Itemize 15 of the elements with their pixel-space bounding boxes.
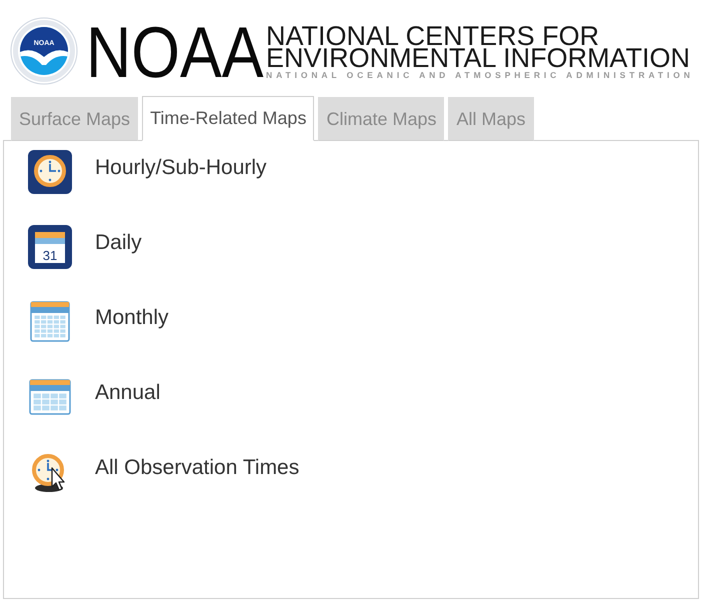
map-category-link[interactable]: Annual bbox=[28, 375, 160, 419]
clock-icon bbox=[28, 150, 72, 194]
map-category-link[interactable]: Monthly bbox=[28, 300, 169, 344]
map-tab[interactable]: Time-Related Maps bbox=[142, 96, 314, 141]
center-name-text: ENVIRONMENTAL INFORMATION bbox=[266, 46, 692, 68]
emblem-icon bbox=[10, 18, 78, 84]
date-number: 31 bbox=[42, 248, 58, 263]
noaa-wordmark: NOAA bbox=[86, 17, 264, 89]
center-name-text: NATIONAL CENTERS FOR bbox=[266, 24, 600, 46]
calendar-icon bbox=[28, 225, 72, 269]
map-category-link[interactable]: All Observation Times bbox=[28, 450, 300, 494]
map-category-link[interactable]: Hourly/Sub-Hourly bbox=[28, 150, 267, 194]
agency-subtitle: NATIONAL OCEANIC AND ATMOSPHERIC ADMINISTRATION bbox=[266, 70, 694, 80]
map-category-link[interactable]: 31 Daily bbox=[28, 225, 142, 269]
calendar-icon bbox=[28, 300, 72, 344]
